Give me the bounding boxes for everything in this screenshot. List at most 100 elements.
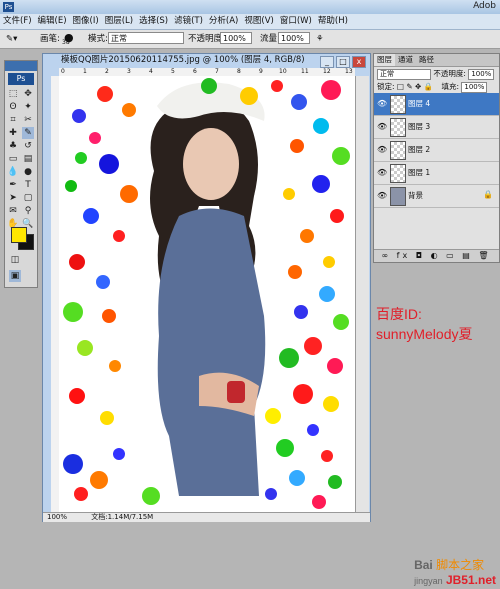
fill-field[interactable]: 100% [461, 81, 488, 93]
notes-tool-icon[interactable]: ✉ [7, 205, 19, 217]
screen-mode-icon[interactable]: ▣ [9, 270, 21, 282]
flow-field[interactable]: 100% [278, 32, 310, 44]
visibility-eye-icon[interactable]: 👁 [377, 145, 387, 154]
maximize-icon[interactable]: □ [336, 56, 350, 68]
ruler-tick: 5 [171, 68, 175, 75]
mode-select[interactable]: 正常 [108, 32, 184, 44]
healing-tool-icon[interactable]: ✚ [7, 127, 19, 139]
polka-dot [265, 488, 277, 500]
vertical-scrollbar[interactable] [355, 76, 369, 512]
fill-label: 填充: [441, 82, 459, 91]
layer-row[interactable]: 👁 图层 1 [374, 162, 499, 185]
visibility-eye-icon[interactable]: 👁 [377, 99, 387, 108]
blend-mode-select[interactable]: 正常 [377, 68, 431, 80]
polka-dot [313, 118, 329, 134]
polka-dot [89, 132, 101, 144]
photo-artwork [63, 78, 350, 509]
layer-row-background[interactable]: 👁 背景 🔒 [374, 185, 499, 208]
menu-filter[interactable]: 滤镜(T) [171, 14, 206, 29]
menu-edit[interactable]: 编辑(E) [35, 14, 70, 29]
shape-tool-icon[interactable]: ▢ [22, 192, 34, 204]
polka-dot [294, 305, 308, 319]
visibility-eye-icon[interactable]: 👁 [377, 191, 387, 200]
footer-site: 脚本之家 [436, 558, 485, 572]
ruler-tick: 7 [215, 68, 219, 75]
polka-dot [304, 337, 322, 355]
layers-bottom-toolbar[interactable]: ∞ fx ◘ ◐ ▭ ▤ 🗑 [374, 249, 499, 262]
tab-channels[interactable]: 通道 [395, 54, 416, 66]
layer-row[interactable]: 👁 图层 2 [374, 139, 499, 162]
move-tool-icon[interactable]: ✥ [22, 88, 34, 100]
polka-dot [83, 208, 99, 224]
layer-row[interactable]: 👁 图层 4 [374, 93, 499, 116]
dodge-tool-icon[interactable]: ● [22, 166, 34, 178]
app-titlebar: Ps Adob [0, 0, 500, 14]
magic-wand-icon[interactable]: ✦ [22, 101, 34, 113]
eraser-tool-icon[interactable]: ▭ [7, 153, 19, 165]
layer-opacity-field[interactable]: 100% [468, 68, 495, 80]
airbrush-icon[interactable]: ⚘ [316, 33, 324, 45]
opacity-field[interactable]: 100% [220, 32, 252, 44]
polka-dot [328, 475, 342, 489]
brush-tool-icon-active[interactable]: ✎ [22, 127, 34, 139]
close-icon[interactable]: x [352, 56, 366, 68]
stamp-tool-icon[interactable]: ♣ [7, 140, 19, 152]
polka-dot [99, 154, 119, 174]
visibility-eye-icon[interactable]: 👁 [377, 122, 387, 131]
eyedropper-icon[interactable]: ⚲ [22, 205, 34, 217]
history-brush-icon[interactable]: ↺ [22, 140, 34, 152]
crop-tool-icon[interactable]: ⌗ [7, 114, 19, 126]
polka-dot [323, 396, 339, 412]
document-titlebar[interactable]: 模板QQ图片20150620114755.jpg @ 100% (图层 4, R… [43, 54, 370, 68]
blur-tool-icon[interactable]: 💧 [7, 166, 19, 178]
marquee-tool-icon[interactable]: ⬚ [7, 88, 19, 100]
menu-analysis[interactable]: 分析(A) [206, 14, 241, 29]
brush-tool-icon[interactable]: ✎▾ [6, 33, 17, 45]
visibility-eye-icon[interactable]: 👁 [377, 168, 387, 177]
ruler-tick: 10 [279, 68, 287, 75]
tab-paths[interactable]: 路径 [416, 54, 437, 66]
toolbox: Ps ⬚ ✥ ʘ ✦ ⌗ ✂ ✚ ✎ ♣ ↺ ▭ ▤ 💧 ● ✒ T ➤ ▢ ✉ ⚲ ✋ 🔍 ◫ ▣ [4, 60, 38, 288]
polka-dot [290, 139, 304, 153]
lasso-tool-icon[interactable]: ʘ [7, 101, 19, 113]
menu-select[interactable]: 选择(S) [136, 14, 171, 29]
polka-dot [96, 275, 110, 289]
photoshop-logo-icon: Ps [3, 2, 14, 12]
polka-dot [279, 348, 299, 368]
layers-blend-row: 正常 不透明度: 100% [374, 67, 499, 80]
polka-dot [323, 256, 335, 268]
lock-icons[interactable]: □ ✎ ✥ 🔒 [397, 82, 433, 91]
type-tool-icon[interactable]: T [22, 179, 34, 191]
menu-layer[interactable]: 图层(L) [102, 14, 136, 29]
menu-file[interactable]: 文件(F) [0, 14, 35, 29]
layer-thumbnail [390, 95, 406, 114]
footer-domain: JB51.net [445, 573, 496, 587]
document-statusbar: 100% 文档:1.14M/7.15M [43, 512, 370, 522]
bracelet-shape [227, 381, 245, 403]
layer-row[interactable]: 👁 图层 3 [374, 116, 499, 139]
foreground-color-swatch[interactable] [11, 227, 27, 243]
outfit-shape [157, 208, 266, 496]
tab-layers[interactable]: 图层 [374, 54, 395, 66]
zoom-level[interactable]: 100% [47, 513, 67, 521]
layers-panel: 图层 通道 路径 正常 不透明度: 100% 锁定: □ ✎ ✥ 🔒 填充: 100… [373, 53, 500, 263]
path-select-icon[interactable]: ➤ [7, 192, 19, 204]
gradient-tool-icon[interactable]: ▤ [22, 153, 34, 165]
menu-help[interactable]: 帮助(H) [315, 14, 351, 29]
minimize-icon[interactable]: _ [320, 56, 334, 68]
toolbox-header[interactable] [5, 61, 37, 71]
pen-tool-icon[interactable]: ✒ [7, 179, 19, 191]
quickmask-icon[interactable]: ◫ [9, 254, 21, 266]
menu-image[interactable]: 图像(I) [70, 14, 102, 29]
lock-label: 锁定: [377, 82, 395, 91]
polka-dot [109, 360, 121, 372]
polka-dot [271, 80, 283, 92]
layers-lock-row: 锁定: □ ✎ ✥ 🔒 填充: 100% [374, 80, 499, 93]
polka-dot [102, 309, 116, 323]
menu-view[interactable]: 视图(V) [241, 14, 276, 29]
polka-dot [72, 109, 86, 123]
slice-tool-icon[interactable]: ✂ [22, 114, 34, 126]
image-canvas[interactable] [59, 76, 355, 512]
polka-dot [291, 94, 307, 110]
menu-window[interactable]: 窗口(W) [277, 14, 315, 29]
